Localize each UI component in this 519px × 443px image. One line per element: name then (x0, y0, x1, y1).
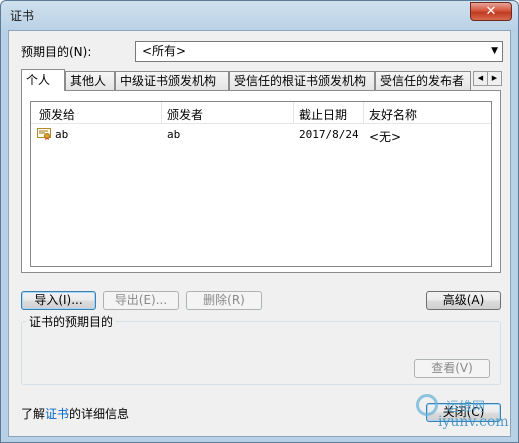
watermark-cn: 运维网 (446, 400, 486, 415)
column-divider[interactable] (293, 102, 294, 124)
chevron-left-icon: ◀ (477, 74, 484, 82)
certificate-list[interactable]: 颁发给 颁发者 截止日期 友好名称 ab ab 2017/8/24 <无> (30, 101, 492, 267)
window-close-button[interactable]: ✕ (470, 2, 512, 21)
title-bar[interactable]: 证书 ✕ (1, 1, 518, 29)
certificates-dialog: 证书 ✕ 预期目的(N): <所有> ▼ 个人 其他人 中级证书颁发机构 受信任… (0, 0, 519, 443)
cell-issued-to: ab (55, 128, 69, 141)
certificate-icon (37, 128, 51, 140)
tab-other-people[interactable]: 其他人 (65, 71, 115, 90)
cell-expiration-date: 2017/8/24 (299, 128, 359, 141)
certificates-help-link[interactable]: 证书 (45, 407, 69, 421)
footer-info: 了解证书的详细信息 (21, 407, 130, 421)
watermark-en: iyunv.com (438, 414, 509, 430)
certificate-store-tabs: 个人 其他人 中级证书颁发机构 受信任的根证书颁发机构 受信任的发布者 ◀ ▶ (21, 69, 502, 91)
dialog-client-area: 预期目的(N): <所有> ▼ 个人 其他人 中级证书颁发机构 受信任的根证书颁… (8, 30, 511, 437)
intended-purpose-select[interactable]: <所有> ▼ (135, 41, 503, 62)
remove-button[interactable]: 删除(R) (186, 291, 262, 310)
column-divider[interactable] (161, 102, 162, 124)
view-button[interactable]: 查看(V) (414, 359, 490, 378)
close-icon: ✕ (485, 4, 497, 19)
cell-issued-by: ab (167, 128, 181, 141)
column-expiration-date[interactable]: 截止日期 (299, 106, 347, 123)
watermark: 运维网 iyunv.com (408, 394, 509, 432)
tab-intermediate-ca[interactable]: 中级证书颁发机构 (115, 71, 229, 90)
chevron-down-icon: ▼ (491, 46, 498, 56)
group-title: 证书的预期目的 (26, 313, 117, 330)
tab-trusted-root-ca[interactable]: 受信任的根证书颁发机构 (229, 71, 375, 90)
tab-trusted-publishers[interactable]: 受信任的发布者 (375, 71, 471, 90)
column-friendly-name[interactable]: 友好名称 (369, 106, 417, 123)
tab-scroll-left-button[interactable]: ◀ (473, 71, 488, 86)
list-header: 颁发给 颁发者 截止日期 友好名称 (31, 102, 491, 124)
table-row[interactable]: ab ab 2017/8/24 <无> (31, 126, 491, 144)
export-button[interactable]: 导出(E)... (103, 291, 179, 310)
watermark-logo-icon (416, 394, 438, 416)
intended-purpose-value: <所有> (142, 44, 187, 58)
advanced-button[interactable]: 高级(A) (426, 291, 501, 310)
intended-purpose-label: 预期目的(N): (21, 45, 92, 59)
column-issued-to[interactable]: 颁发给 (39, 106, 75, 123)
chevron-right-icon: ▶ (491, 74, 498, 82)
import-button[interactable]: 导入(I)... (21, 291, 96, 310)
window-title: 证书 (10, 9, 35, 23)
column-issued-by[interactable]: 颁发者 (167, 106, 203, 123)
column-divider[interactable] (363, 102, 364, 124)
tab-scroll-right-button[interactable]: ▶ (487, 71, 502, 86)
cell-friendly-name: <无> (369, 130, 402, 144)
tab-panel-personal: 颁发给 颁发者 截止日期 友好名称 ab ab 2017/8/24 <无> (21, 90, 501, 273)
tab-personal[interactable]: 个人 (21, 69, 65, 91)
